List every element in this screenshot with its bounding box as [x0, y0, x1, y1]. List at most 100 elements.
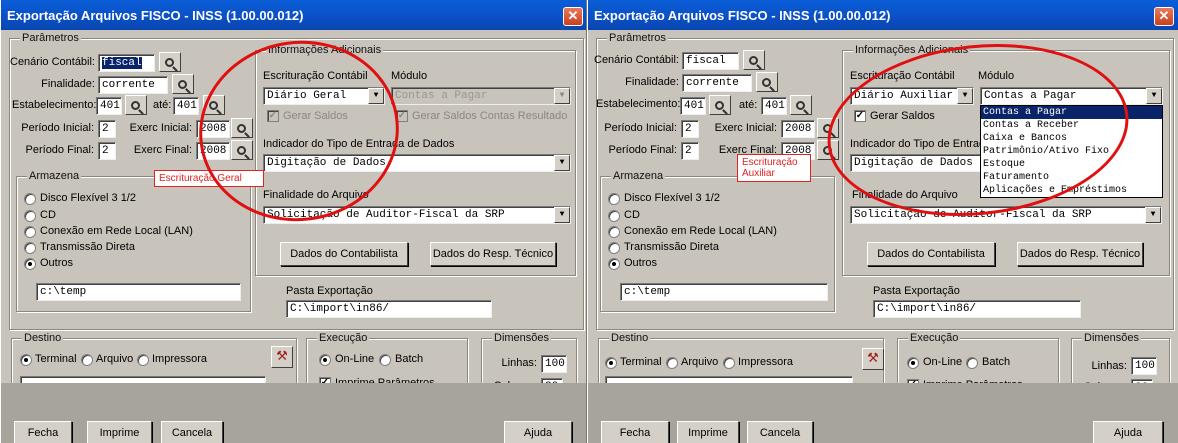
cancela-button[interactable]: Cancela	[161, 421, 223, 443]
modulo-option[interactable]: Estoque	[981, 158, 1162, 171]
exerc-inicial-input[interactable]: 2008	[196, 120, 230, 138]
linhas-input[interactable]: 100	[1131, 357, 1157, 375]
estab-de-search-button[interactable]	[125, 95, 147, 115]
close-button[interactable]: ✕	[563, 7, 583, 26]
execucao-radio-batch[interactable]	[966, 357, 978, 369]
execucao-radio-online[interactable]	[907, 357, 919, 369]
imprime-button[interactable]: Imprime	[87, 421, 152, 443]
modulo-option[interactable]: Contas a Pagar	[981, 106, 1162, 119]
armazena-path-input[interactable]: c:\temp	[36, 283, 241, 301]
finalidade-input[interactable]: corrente	[98, 76, 168, 94]
estab-de-input[interactable]: 401	[680, 97, 706, 115]
exerc-final-input[interactable]: 2008	[196, 142, 230, 160]
pasta-input[interactable]: C:\import\in86/	[873, 300, 1081, 318]
destino-radio-terminal[interactable]	[20, 354, 32, 366]
destino-radio-impressora[interactable]	[137, 354, 149, 366]
execucao-radio-online[interactable]	[319, 354, 331, 366]
armazena-option-outros: Outros	[624, 257, 658, 269]
finalidade-search-button[interactable]	[172, 74, 194, 94]
finalidade-arquivo-label: Finalidade do Arquivo	[852, 189, 958, 201]
imprime-button[interactable]: Imprime	[677, 421, 739, 443]
ajuda-button[interactable]: Ajuda	[504, 421, 572, 443]
destino-option-impressora: Impressora	[738, 356, 794, 368]
finalidade-arquivo-select[interactable]: Solicitação de Auditor-Fiscal da SRP ▼	[850, 206, 1162, 224]
cenario-search-button[interactable]	[743, 50, 765, 70]
execucao-radio-batch[interactable]	[379, 354, 391, 366]
finalidade-search-button[interactable]	[756, 72, 778, 92]
exerc-inicial-input[interactable]: 2008	[781, 120, 815, 138]
gerar-saldos-checkbox[interactable]: ✓	[854, 110, 866, 122]
search-icon	[164, 58, 174, 67]
modulo-select[interactable]: Contas a Pagar ▼	[980, 87, 1163, 105]
printer-settings-button[interactable]: ⚒	[862, 348, 884, 370]
armazena-radio-outros[interactable]	[608, 258, 620, 270]
destino-radio-arquivo[interactable]	[666, 357, 678, 369]
ajuda-button[interactable]: Ajuda	[1093, 421, 1163, 443]
periodo-final-input[interactable]: 2	[98, 142, 116, 160]
armazena-path-input[interactable]: c:\temp	[620, 283, 828, 301]
exerc-final-search-button[interactable]	[231, 140, 253, 160]
dados-contabilista-button[interactable]: Dados do Contabilista	[280, 242, 408, 266]
pasta-input[interactable]: C:\import\in86/	[286, 300, 492, 318]
cancela-button[interactable]: Cancela	[747, 421, 813, 443]
armazena-radio-transmissao[interactable]	[608, 242, 620, 254]
dados-resp-tecnico-button[interactable]: Dados do Resp. Técnico	[1017, 242, 1143, 266]
armazena-radio-cd[interactable]	[24, 210, 36, 222]
modulo-option[interactable]: Caixa e Bancos	[981, 132, 1162, 145]
fecha-button[interactable]: Fecha	[601, 421, 669, 443]
indicador-select[interactable]: Digitação de Dados ▼	[263, 154, 571, 172]
fecha-button[interactable]: Fecha	[14, 421, 72, 443]
escrituracao-select[interactable]: Diário Auxiliar ▼	[850, 87, 974, 105]
estab-de-search-button[interactable]	[709, 95, 731, 115]
armazena-radio-cd[interactable]	[608, 210, 620, 222]
gerar-saldos-checkbox: ✓	[267, 110, 279, 122]
info-adicionais-legend: Informações Adicionais	[853, 44, 971, 56]
estab-ate-search-button[interactable]	[203, 95, 225, 115]
dados-contabilista-button[interactable]: Dados do Contabilista	[867, 242, 995, 266]
destino-legend: Destino	[22, 332, 64, 344]
cenario-search-button[interactable]	[159, 52, 181, 72]
chevron-down-icon[interactable]: ▼	[957, 88, 973, 104]
destino-radio-arquivo[interactable]	[81, 354, 93, 366]
chevron-down-icon[interactable]: ▼	[1146, 88, 1162, 104]
exerc-inicial-search-button[interactable]	[817, 118, 839, 138]
modulo-option[interactable]: Patrimônio/Ativo Fixo	[981, 145, 1162, 158]
dados-resp-tecnico-button[interactable]: Dados do Resp. Técnico	[430, 242, 556, 266]
modulo-option[interactable]: Faturamento	[981, 171, 1162, 184]
finalidade-arquivo-select[interactable]: Solicitação de Auditor-Fiscal da SRP ▼	[263, 206, 571, 224]
destino-radio-terminal[interactable]	[605, 357, 617, 369]
linhas-input[interactable]: 100	[541, 355, 567, 373]
periodo-inicial-input[interactable]: 2	[681, 120, 699, 138]
exerc-inicial-label: Exerc Inicial:	[129, 122, 192, 134]
modulo-dropdown-list[interactable]: Contas a Pagar Contas a Receber Caixa e …	[980, 105, 1163, 198]
close-button[interactable]: ✕	[1154, 7, 1174, 26]
gerar-saldos-contas-label: Gerar Saldos Contas Resultado	[412, 110, 568, 122]
armazena-radio-transmissao[interactable]	[24, 242, 36, 254]
modulo-option[interactable]: Aplicações e Empréstimos	[981, 184, 1162, 197]
chevron-down-icon[interactable]: ▼	[554, 207, 570, 223]
exerc-final-search-button[interactable]	[817, 140, 839, 160]
armazena-radio-outros[interactable]	[24, 258, 36, 270]
estab-ate-search-button[interactable]	[790, 95, 812, 115]
modulo-option[interactable]: Contas a Receber	[981, 119, 1162, 132]
chevron-down-icon[interactable]: ▼	[1145, 207, 1161, 223]
armazena-radio-lan[interactable]	[608, 226, 620, 238]
armazena-radio-lan[interactable]	[24, 226, 36, 238]
estab-de-input[interactable]: 401	[96, 97, 122, 115]
armazena-radio-disco[interactable]	[608, 193, 620, 205]
armazena-radio-disco[interactable]	[24, 193, 36, 205]
chevron-down-icon[interactable]: ▼	[368, 88, 384, 104]
periodo-final-input[interactable]: 2	[681, 142, 699, 160]
window-title: Exportação Arquivos FISCO - INSS (1.00.0…	[588, 0, 1178, 30]
printer-settings-button[interactable]: ⚒	[271, 346, 293, 368]
cenario-input[interactable]: fiscal	[682, 52, 739, 70]
cenario-input[interactable]: fiscal	[98, 54, 155, 72]
estab-ate-input[interactable]: 401	[173, 97, 199, 115]
exerc-inicial-search-button[interactable]	[231, 118, 253, 138]
finalidade-input[interactable]: corrente	[682, 74, 752, 92]
destino-radio-impressora[interactable]	[723, 357, 735, 369]
chevron-down-icon[interactable]: ▼	[554, 155, 570, 171]
periodo-inicial-input[interactable]: 2	[98, 120, 116, 138]
estab-ate-input[interactable]: 401	[761, 97, 787, 115]
escrituracao-select[interactable]: Diário Geral ▼	[263, 87, 385, 105]
